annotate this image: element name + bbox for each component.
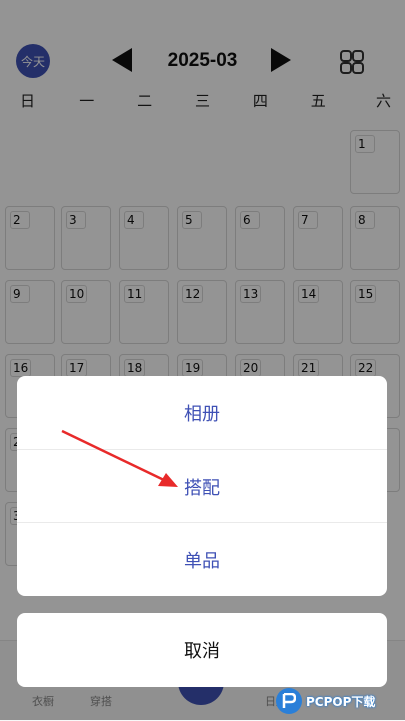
watermark-logo-icon: [276, 688, 302, 714]
annotation-arrow-icon: [61, 429, 178, 487]
watermark-text: PCPOP下载: [306, 694, 376, 709]
watermark: PCPOP下载: [276, 684, 405, 718]
